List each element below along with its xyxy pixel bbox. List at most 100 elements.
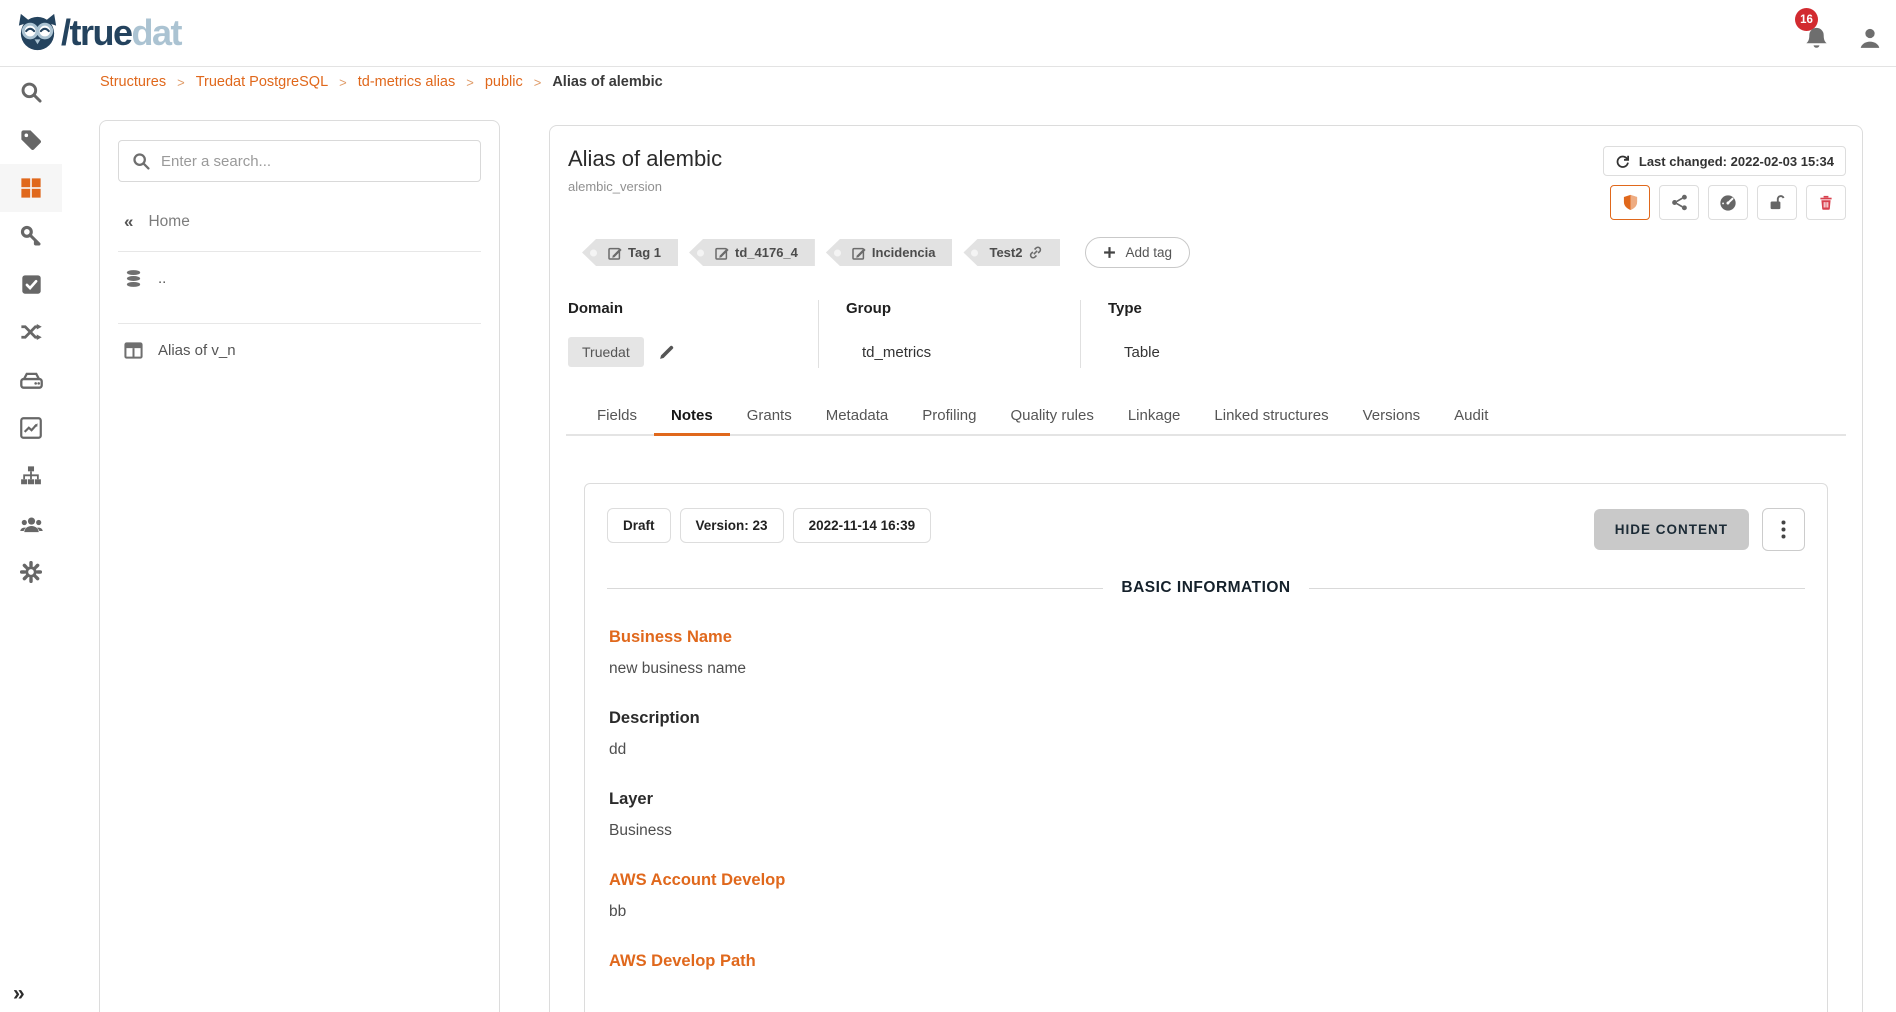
expand-sidebar-chevrons-icon[interactable]: » (13, 982, 25, 1006)
hierarchy-icon[interactable] (0, 452, 62, 500)
bell-icon[interactable] (1804, 26, 1830, 52)
unlock-icon[interactable] (1757, 185, 1797, 220)
tree-home-link[interactable]: « Home (118, 212, 481, 232)
tab-linkage[interactable]: Linkage (1111, 398, 1198, 434)
shield-icon[interactable] (1610, 185, 1650, 220)
refresh-icon (1615, 154, 1630, 169)
top-header: /truedat 16 (0, 0, 1896, 67)
tree-search-box (118, 140, 481, 182)
search-icon[interactable] (0, 68, 62, 116)
user-icon[interactable] (1858, 26, 1882, 50)
field-label: AWS Account Develop (609, 871, 1805, 890)
tab-fields[interactable]: Fields (580, 398, 654, 434)
chevron-double-left-icon: « (124, 212, 133, 232)
breadcrumb-current: Alias of alembic (552, 74, 662, 90)
tasks-icon[interactable] (0, 260, 62, 308)
meta-type: Type Table (1080, 300, 1342, 368)
search-input[interactable] (161, 153, 467, 170)
tab-profiling[interactable]: Profiling (905, 398, 993, 434)
breadcrumb-link[interactable]: Structures (100, 74, 166, 90)
title-block: Alias of alembic alembic_version (568, 146, 722, 194)
breadcrumb-link[interactable]: Truedat PostgreSQL (196, 74, 328, 90)
database-icon (124, 269, 143, 288)
type-value: Table (1124, 344, 1160, 361)
shuffle-icon[interactable] (0, 308, 62, 356)
truedat-app: /truedat 16 Structures > Truedat Postgre… (0, 0, 1896, 1012)
last-changed-label: Last changed: 2022-02-03 15:34 (1639, 154, 1834, 169)
kebab-menu-icon[interactable] (1762, 508, 1805, 551)
tab-versions[interactable]: Versions (1346, 398, 1438, 434)
breadcrumb-separator: > (466, 75, 474, 90)
link-icon (1028, 245, 1043, 260)
tag-chip[interactable]: td_4176_4 (689, 239, 815, 266)
edit-domain-pencil-icon[interactable] (658, 344, 675, 361)
structure-tree-panel: « Home .. Alias of v_n (99, 120, 500, 1012)
group-label: Group (846, 300, 1080, 317)
type-label: Type (1108, 300, 1342, 317)
meta-domain: Domain Truedat (568, 300, 818, 368)
settings-icon[interactable] (0, 548, 62, 596)
note-field: Description dd (607, 709, 1805, 759)
edit-icon (715, 246, 729, 260)
logo-wordmark: /truedat (61, 10, 181, 56)
gauge-icon[interactable] (1708, 185, 1748, 220)
plus-icon (1103, 246, 1116, 259)
note-status-chips: Draft Version: 23 2022-11-14 16:39 (607, 508, 931, 543)
field-value: bb (609, 903, 1805, 921)
domain-label: Domain (568, 300, 818, 317)
hide-content-button[interactable]: HIDE CONTENT (1594, 509, 1749, 550)
tree-item-parent[interactable]: .. (118, 252, 481, 304)
tab-audit[interactable]: Audit (1437, 398, 1505, 434)
note-field: Layer Business (607, 790, 1805, 840)
tag-label: td_4176_4 (735, 245, 798, 260)
catalog-grid-icon[interactable] (0, 164, 62, 212)
field-label: Layer (609, 790, 1805, 809)
field-value: dd (609, 741, 1805, 759)
tag-label: Incidencia (872, 245, 936, 260)
tab-bar: Fields Notes Grants Metadata Profiling Q… (566, 398, 1846, 436)
icon-rail: » (0, 68, 62, 1012)
note-panel: Draft Version: 23 2022-11-14 16:39 HIDE … (584, 483, 1828, 1012)
last-changed-button[interactable]: Last changed: 2022-02-03 15:34 (1603, 146, 1846, 176)
group-value: td_metrics (862, 344, 931, 361)
breadcrumb-link[interactable]: td-metrics alias (358, 74, 456, 90)
tag-chip[interactable]: Incidencia (826, 239, 953, 266)
domain-value-chip[interactable]: Truedat (568, 337, 644, 367)
tab-grants[interactable]: Grants (730, 398, 809, 434)
note-status-badge: Draft (607, 508, 671, 543)
tree-item-label: Alias of v_n (158, 342, 236, 359)
edit-icon (608, 246, 622, 260)
note-version-badge: Version: 23 (680, 508, 784, 543)
add-tag-label: Add tag (1125, 245, 1172, 260)
tag-chip[interactable]: Tag 1 (582, 239, 678, 266)
page-subtitle: alembic_version (568, 179, 722, 194)
field-label: AWS Develop Path (609, 952, 1805, 971)
edit-icon (852, 246, 866, 260)
note-timestamp-badge: 2022-11-14 16:39 (793, 508, 932, 543)
tag-chip[interactable]: Test2 (963, 239, 1060, 266)
tags-icon[interactable] (0, 116, 62, 164)
tag-label: Test2 (989, 245, 1022, 260)
tab-linked-structures[interactable]: Linked structures (1197, 398, 1345, 434)
share-icon[interactable] (1659, 185, 1699, 220)
search-icon (132, 152, 150, 170)
tag-label: Tag 1 (628, 245, 661, 260)
tab-quality-rules[interactable]: Quality rules (993, 398, 1110, 434)
chart-icon[interactable] (0, 404, 62, 452)
truedat-logo[interactable]: /truedat (14, 9, 181, 56)
tab-notes[interactable]: Notes (654, 398, 730, 434)
users-icon[interactable] (0, 500, 62, 548)
tab-metadata[interactable]: Metadata (809, 398, 906, 434)
tree-item-label: .. (158, 270, 166, 287)
structure-actions (1610, 185, 1846, 220)
meta-row: Domain Truedat Group td_metrics Type Tab… (566, 300, 1846, 368)
field-value: Business (609, 822, 1805, 840)
page-title: Alias of alembic (568, 146, 722, 172)
key-icon[interactable] (0, 212, 62, 260)
breadcrumb-link[interactable]: public (485, 74, 523, 90)
trash-icon[interactable] (1806, 185, 1846, 220)
add-tag-button[interactable]: Add tag (1085, 237, 1190, 268)
breadcrumb: Structures > Truedat PostgreSQL > td-met… (100, 74, 663, 90)
tree-item-structure[interactable]: Alias of v_n (118, 324, 481, 376)
storage-icon[interactable] (0, 356, 62, 404)
